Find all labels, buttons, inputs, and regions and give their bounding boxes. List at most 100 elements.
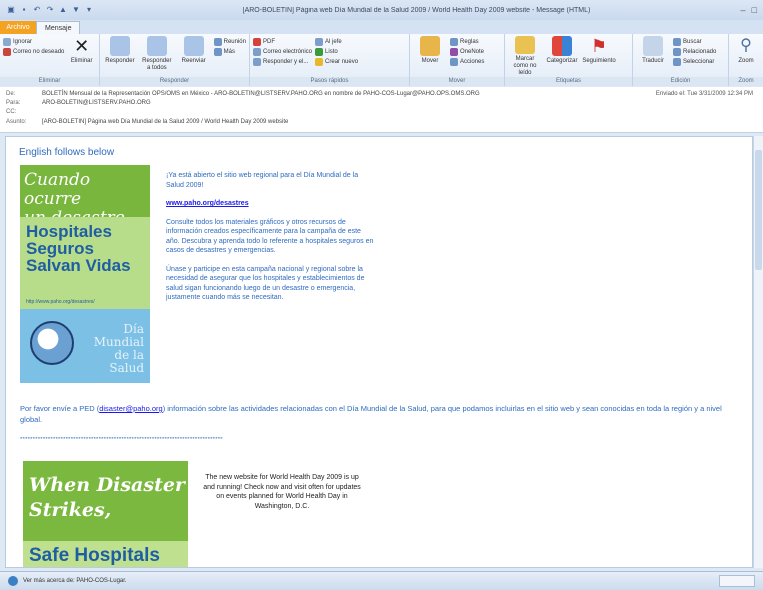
meeting-icon bbox=[213, 38, 222, 46]
scrollbar-thumb[interactable] bbox=[755, 150, 762, 270]
undo-icon[interactable]: ↶ bbox=[32, 5, 42, 15]
actions-button[interactable]: Acciones bbox=[450, 58, 484, 66]
translate-button[interactable]: Traducir bbox=[636, 36, 670, 77]
poster-english-image[interactable]: When Disaster Strikes, Safe Hospitals bbox=[23, 461, 188, 567]
reply-all-button[interactable]: Responder a todos bbox=[140, 36, 174, 77]
delete-x-icon: ✕ bbox=[74, 36, 90, 56]
ribbon-group-respond: Responder Responder a todos Reenviar Reu… bbox=[100, 34, 250, 86]
quick-access-toolbar: ▣ ▪ ↶ ↷ ▲ ▼ ▾ bbox=[0, 5, 110, 15]
globe-icon bbox=[30, 321, 74, 365]
send-info-notice: Por favor envíe a PED (disaster@paho.org… bbox=[20, 404, 722, 424]
quickstep-email[interactable]: Correo electrónico bbox=[253, 48, 312, 56]
select-button[interactable]: Seleccionar bbox=[673, 58, 716, 66]
subject-value: [ARO-BOLETIN] Página web Día Mundial de … bbox=[42, 119, 289, 125]
title-bar: ▣ ▪ ↶ ↷ ▲ ▼ ▾ [ARO-BOLETIN] Página web D… bbox=[0, 0, 763, 20]
lightning-icon bbox=[315, 58, 324, 66]
spanish-announcement: ¡Ya está abierto el sitio web regional p… bbox=[166, 171, 376, 312]
follow-up-button[interactable]: ⚑ Seguimiento bbox=[582, 36, 616, 77]
reply-all-icon bbox=[146, 36, 167, 56]
cc-row: CC: bbox=[6, 109, 17, 115]
view-buttons[interactable] bbox=[719, 575, 755, 587]
more-button[interactable]: Más bbox=[213, 48, 246, 56]
ribbon-group-move: Mover Reglas OneNote Acciones Mover bbox=[410, 34, 505, 86]
quickstep-reply-delete[interactable]: Responder y el... bbox=[253, 58, 312, 66]
select-icon bbox=[673, 58, 681, 66]
maximize-icon[interactable]: □ bbox=[752, 5, 757, 15]
english-follows-text: English follows below bbox=[19, 147, 115, 158]
junk-icon bbox=[3, 48, 11, 56]
reply-button[interactable]: Responder bbox=[103, 36, 137, 77]
save-icon[interactable]: ▪ bbox=[19, 5, 29, 15]
minimize-icon[interactable]: – bbox=[741, 5, 746, 15]
junk-button[interactable]: Correo no deseado bbox=[3, 48, 64, 56]
actions-icon bbox=[450, 58, 458, 66]
message-body: English follows below Cuando ocurreun de… bbox=[5, 136, 753, 568]
quickstep-done[interactable]: Listo bbox=[315, 48, 358, 56]
rules-icon bbox=[450, 38, 458, 46]
check-icon bbox=[315, 48, 324, 56]
es-paragraph-1: Consulte todos los materiales gráficos y… bbox=[166, 218, 374, 255]
forward-icon bbox=[183, 36, 204, 56]
translate-icon bbox=[643, 36, 663, 56]
ribbon-tabs: Archivo Mensaje bbox=[0, 20, 763, 34]
ignore-icon bbox=[3, 38, 11, 46]
onenote-button[interactable]: OneNote bbox=[450, 48, 484, 56]
forward-button[interactable]: Reenviar bbox=[177, 36, 211, 77]
categorize-button[interactable]: Categorizar bbox=[545, 36, 579, 77]
window-controls: – □ bbox=[723, 5, 763, 15]
related-icon bbox=[673, 48, 681, 56]
ribbon-group-zoom: ⚲ Zoom Zoom bbox=[729, 34, 763, 86]
previous-item-icon[interactable]: ▲ bbox=[58, 5, 68, 15]
categorize-icon bbox=[552, 36, 572, 56]
subject-row: Asunto: [ARO-BOLETIN] Página web Día Mund… bbox=[6, 119, 289, 125]
poster-spanish-image[interactable]: Cuando ocurreun desastre, HospitalesSegu… bbox=[20, 165, 150, 383]
message-header: De: BOLETÍN Mensual de la Representación … bbox=[0, 87, 763, 133]
meeting-button[interactable]: Reunión bbox=[213, 38, 246, 46]
from-value[interactable]: BOLETÍN Mensual de la Representación OPS… bbox=[42, 91, 480, 97]
outlook-app-icon[interactable]: ▣ bbox=[6, 5, 16, 15]
ribbon-group-quicksteps: PDF Correo electrónico Responder y el...… bbox=[250, 34, 410, 86]
to-row: Para: ARO-BOLETIN@LISTSERV.PAHO.ORG bbox=[6, 100, 151, 106]
quickstep-manager[interactable]: Al jefe bbox=[315, 38, 358, 46]
from-row: De: BOLETÍN Mensual de la Representación … bbox=[6, 91, 480, 97]
sent-info: Enviado el: Tue 3/31/2009 12:34 PM bbox=[655, 91, 753, 97]
ribbon-group-tags: Marcar como no leído Categorizar ⚑ Seguim… bbox=[505, 34, 633, 86]
quickstep-pdf[interactable]: PDF bbox=[253, 38, 312, 46]
quickstep-create-new[interactable]: Crear nuevo bbox=[315, 58, 358, 66]
english-announcement: The new website for World Health Day 200… bbox=[203, 474, 361, 510]
email-icon bbox=[253, 48, 261, 56]
es-paragraph-2: Únase y participe en esta campaña nacion… bbox=[166, 265, 365, 302]
find-button[interactable]: Buscar bbox=[673, 38, 716, 46]
tab-message[interactable]: Mensaje bbox=[36, 21, 81, 34]
manager-icon bbox=[315, 38, 324, 46]
rules-button[interactable]: Reglas bbox=[450, 38, 484, 46]
mark-unread-button[interactable]: Marcar como no leído bbox=[508, 36, 542, 77]
status-bar: Ver más acerca de: PAHO-COS-Lugar. bbox=[0, 571, 763, 590]
ribbon-group-delete: Ignorar Correo no deseado ✕ Eliminar Elim… bbox=[0, 34, 100, 86]
vertical-scrollbar[interactable] bbox=[753, 136, 763, 568]
status-text[interactable]: Ver más acerca de: PAHO-COS-Lugar. bbox=[23, 578, 127, 584]
disaster-email-link[interactable]: disaster@paho.org bbox=[99, 404, 162, 413]
ribbon: Ignorar Correo no deseado ✕ Eliminar Elim… bbox=[0, 34, 763, 86]
to-value[interactable]: ARO-BOLETIN@LISTSERV.PAHO.ORG bbox=[42, 100, 151, 106]
tab-file[interactable]: Archivo bbox=[0, 21, 36, 34]
customize-qat-icon[interactable]: ▾ bbox=[84, 5, 94, 15]
pdf-icon bbox=[253, 38, 261, 46]
related-button[interactable]: Relacionado bbox=[673, 48, 716, 56]
delete-button[interactable]: ✕ Eliminar bbox=[67, 36, 96, 77]
move-button[interactable]: Mover bbox=[413, 36, 447, 77]
binoculars-icon bbox=[673, 38, 681, 46]
people-pane-icon[interactable] bbox=[8, 576, 18, 586]
flag-icon: ⚑ bbox=[590, 36, 608, 56]
paho-desastres-link[interactable]: www.paho.org/desastres bbox=[166, 200, 249, 207]
more-icon bbox=[213, 48, 222, 56]
reply-delete-icon bbox=[253, 58, 261, 66]
ignore-button[interactable]: Ignorar bbox=[3, 38, 64, 46]
window-title: [ARO-BOLETIN] Página web Día Mundial de … bbox=[242, 6, 591, 14]
redo-icon[interactable]: ↷ bbox=[45, 5, 55, 15]
zoom-button[interactable]: ⚲ Zoom bbox=[732, 36, 760, 77]
es-intro: ¡Ya está abierto el sitio web regional p… bbox=[166, 172, 359, 189]
next-item-icon[interactable]: ▼ bbox=[71, 5, 81, 15]
magnifier-icon: ⚲ bbox=[740, 37, 752, 54]
separator-line: ****************************************… bbox=[20, 437, 223, 443]
